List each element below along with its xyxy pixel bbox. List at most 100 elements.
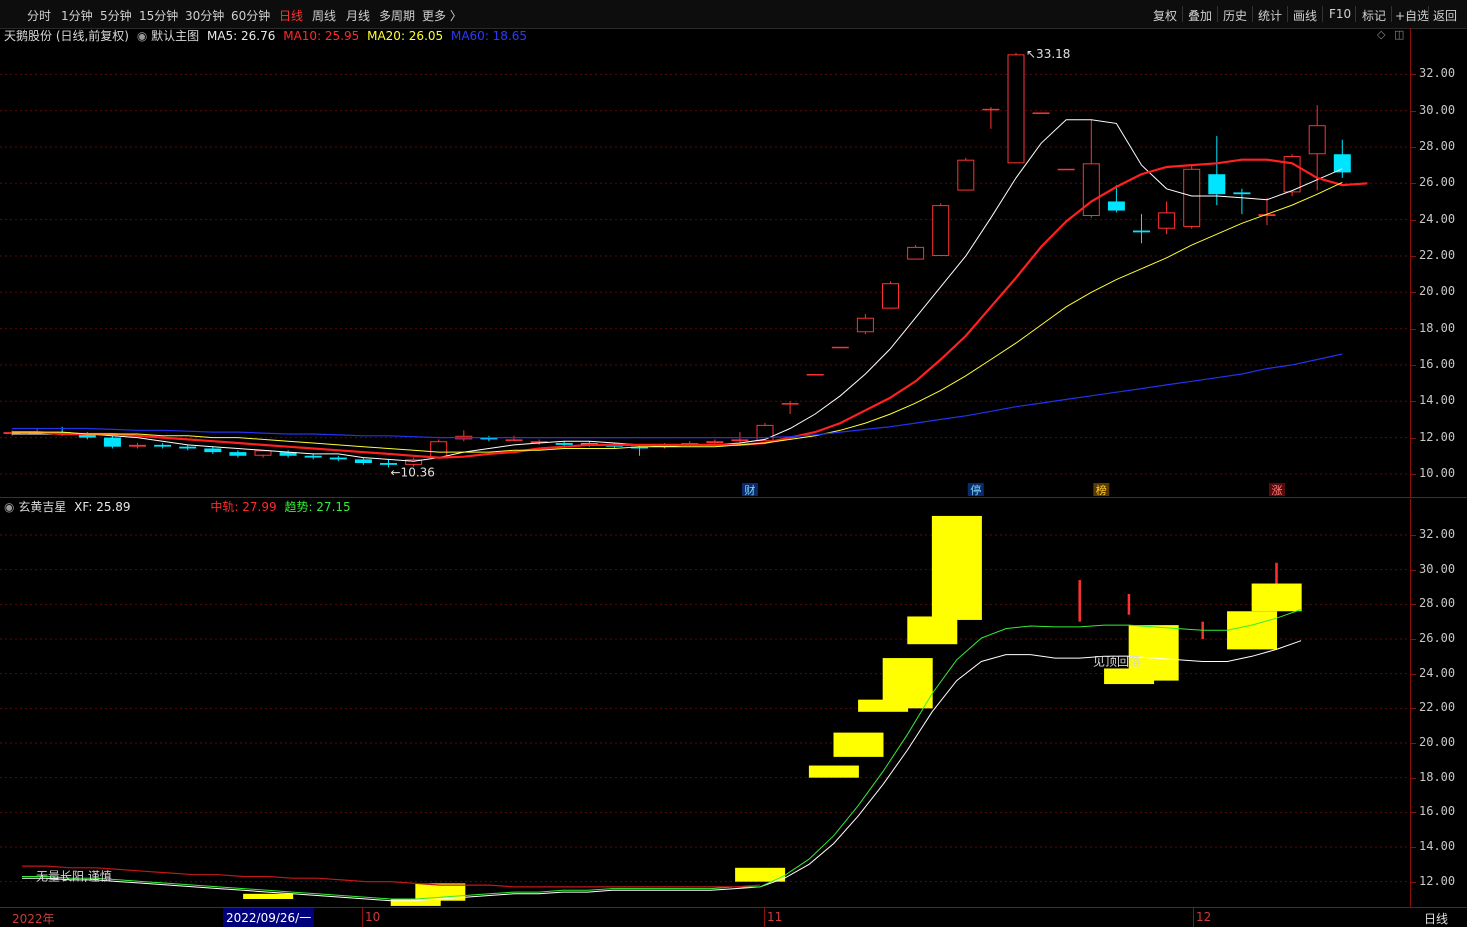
price-tick-label: 12.00 [1419, 429, 1456, 444]
candlestick-chart[interactable]: ↖33.18 ←10.36 财 停 榜 涨 [0, 28, 1410, 498]
candle-body-up [430, 441, 448, 458]
price-tick-label: 10.00 [1419, 465, 1456, 480]
main-price-axis: 32.00 30.00 28.00 26.00 24.00 22.00 20.00 18.00… [1410, 28, 1467, 498]
indicator-tick-label: 22.00 [1419, 700, 1456, 715]
price-tick-label: 24.00 [1419, 211, 1456, 226]
high-price-label: ↖33.18 [1026, 47, 1070, 61]
period-week-tab[interactable]: 周线 [312, 7, 336, 24]
price-tick-label: 18.00 [1419, 320, 1456, 335]
indicator-tick-label: 14.00 [1419, 839, 1456, 853]
candle-body-up [254, 450, 272, 456]
candle-body-down [1333, 154, 1351, 173]
candle-body-up [505, 439, 523, 441]
f10-button[interactable]: F10 [1329, 7, 1351, 21]
period-multi-tab[interactable]: 多周期 [379, 7, 415, 24]
indicator-tick-label: 26.00 [1419, 631, 1456, 645]
event-marker: 停 [970, 483, 981, 497]
event-marker: 涨 [1272, 484, 1283, 497]
xf-box [882, 658, 933, 709]
price-tick-label: 20.00 [1419, 284, 1456, 299]
candle-body-up [1057, 168, 1075, 171]
candle-body-up [1032, 112, 1050, 114]
overlay-button[interactable]: 叠加 [1188, 7, 1212, 24]
xf-box [931, 515, 982, 620]
price-tick-label: 22.00 [1419, 247, 1456, 262]
xf-box [808, 765, 859, 778]
period-fenshi-tab[interactable]: 分时 [27, 7, 51, 24]
month-label-11: 11 [767, 910, 783, 924]
indicator-tick-label: 12.00 [1419, 873, 1456, 888]
candle-body-up [1183, 168, 1201, 227]
indicator-tick-label: 20.00 [1419, 735, 1456, 749]
draw-line-button[interactable]: 画线 [1293, 7, 1317, 24]
candle-body-down [1107, 201, 1125, 211]
period-1min-tab[interactable]: 1分钟 [61, 7, 93, 24]
candle-body-down [1208, 174, 1226, 195]
candle-body-up [129, 444, 146, 447]
price-tick-label: 26.00 [1419, 175, 1456, 190]
price-tick-label: 14.00 [1419, 393, 1456, 408]
candle-body-down [1233, 192, 1251, 195]
period-day-tab[interactable]: 日线 [279, 7, 303, 24]
xf-box [1128, 625, 1179, 681]
xf-box [1251, 583, 1302, 612]
indicator-axis: 32.00 30.00 28.00 26.00 24.00 22.00 20.00 18.00… [1410, 499, 1467, 907]
candle-body-up [1007, 54, 1025, 164]
candle-body-down [304, 455, 322, 458]
candle-body-up [856, 317, 874, 333]
xf-box [735, 867, 786, 882]
event-marker: 榜 [1096, 483, 1107, 497]
back-button[interactable]: 返回 [1433, 7, 1457, 24]
candle-body-down [329, 457, 347, 460]
xf-box [833, 732, 884, 757]
event-marker: 财 [744, 483, 755, 497]
indicator-tick-label: 32.00 [1419, 527, 1456, 541]
add-watchlist-button[interactable]: +自选 [1395, 7, 1429, 24]
ma-line-ma60 [12, 353, 1343, 439]
candle-body-up [882, 283, 899, 309]
indicator-tick-label: 16.00 [1419, 804, 1456, 819]
statistics-button[interactable]: 统计 [1258, 7, 1282, 24]
candle-body-up [1082, 163, 1100, 217]
period-toolbar: 分时 1分钟 5分钟 15分钟 30分钟 60分钟 日线 周线 月线 多周期 更… [0, 0, 1467, 29]
xf-box [907, 616, 958, 645]
more-periods-button[interactable]: 更多 〉 [422, 7, 462, 24]
candle-body-up [957, 159, 975, 191]
candle-body-down [354, 459, 372, 464]
ma-line-ma10 [12, 158, 1368, 459]
trend-line [22, 609, 1302, 900]
fuquan-button[interactable]: 复权 [1153, 7, 1177, 24]
mark-button[interactable]: 标记 [1362, 7, 1386, 24]
candle-body-up [781, 403, 799, 405]
candle-body-down [1133, 230, 1150, 233]
period-month-tab[interactable]: 月线 [346, 7, 370, 24]
candle-body-down [229, 452, 247, 456]
period-30min-tab[interactable]: 30分钟 [185, 7, 224, 24]
candle-body-up [706, 441, 724, 444]
candle-body-up [806, 374, 824, 376]
period-5min-tab[interactable]: 5分钟 [100, 7, 132, 24]
price-tick-label: 28.00 [1419, 138, 1456, 153]
candle-body-up [756, 424, 774, 442]
period-60min-tab[interactable]: 60分钟 [231, 7, 270, 24]
indicator-chart[interactable]: 无量长阳,谨慎 见顶回落 [0, 499, 1410, 907]
annotation-caution: 无量长阳,谨慎 [36, 869, 112, 883]
price-tick-label: 16.00 [1419, 356, 1456, 371]
candle-body-up [1308, 125, 1326, 155]
month-label-12: 12 [1196, 910, 1212, 924]
indicator-tick-label: 24.00 [1419, 665, 1456, 680]
price-tick-label: 30.00 [1419, 102, 1456, 117]
period-label[interactable]: 日线 [1424, 910, 1448, 927]
annotation-top: 见顶回落 [1093, 655, 1141, 669]
history-button[interactable]: 历史 [1223, 7, 1247, 24]
period-15min-tab[interactable]: 15分钟 [139, 7, 178, 24]
candle-body-up [932, 205, 950, 256]
candle-body-down [179, 446, 197, 449]
xf-box [1227, 611, 1278, 650]
candle-body-down [103, 437, 121, 447]
candle-body-down [555, 443, 573, 445]
candle-body-up [907, 246, 925, 260]
date-axis-bar: 2022年 2022/09/26/一 10 11 12 日线 [0, 907, 1467, 927]
cursor-date-label: 2022/09/26/一 [223, 908, 315, 927]
candle-body-up [982, 108, 1000, 111]
